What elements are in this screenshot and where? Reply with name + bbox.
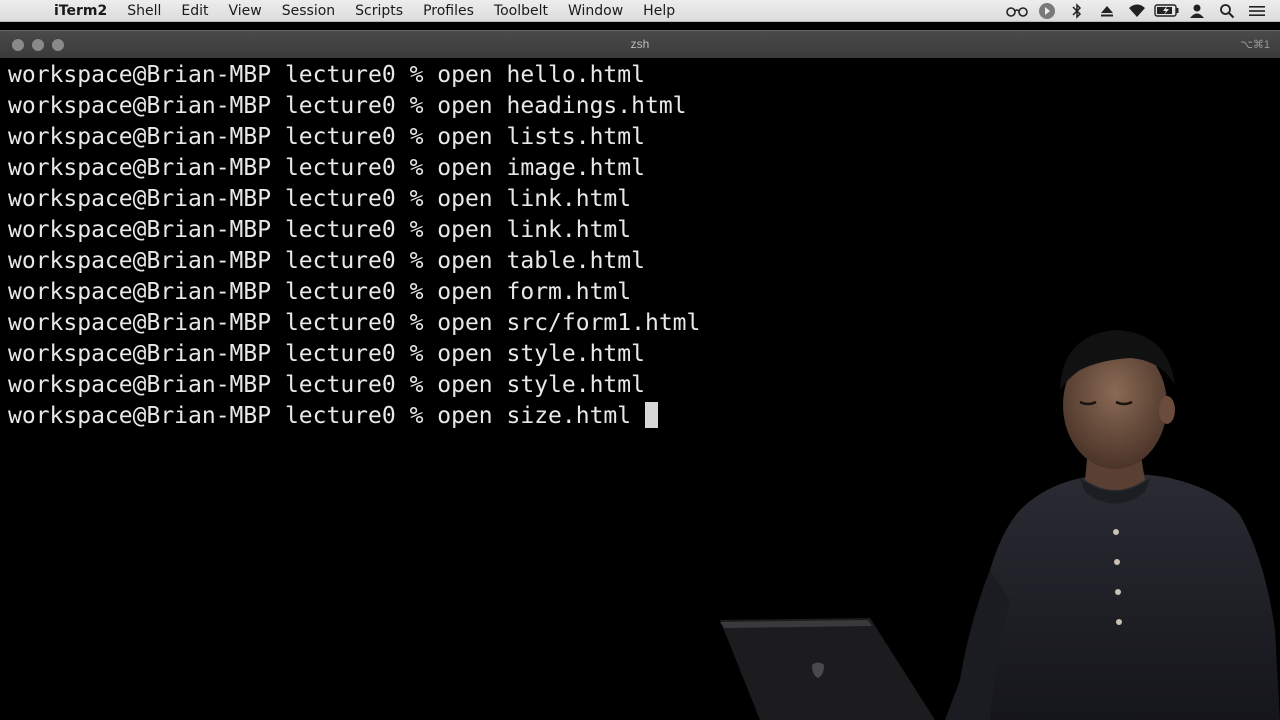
terminal-cursor xyxy=(645,402,659,428)
terminal-command: open style.html xyxy=(437,341,645,367)
status-area xyxy=(1002,0,1280,22)
menu-session[interactable]: Session xyxy=(272,0,345,22)
terminal-prompt: workspace@Brian-MBP lecture0 % xyxy=(8,341,438,367)
menu-edit[interactable]: Edit xyxy=(171,0,218,22)
terminal-prompt: workspace@Brian-MBP lecture0 % xyxy=(8,248,438,274)
terminal-command: open src/form1.html xyxy=(437,310,701,336)
terminal-prompt: workspace@Brian-MBP lecture0 % xyxy=(8,62,438,88)
terminal-command: open style.html xyxy=(437,372,645,398)
terminal-line: workspace@Brian-MBP lecture0 % open tabl… xyxy=(8,246,700,277)
terminal-output[interactable]: workspace@Brian-MBP lecture0 % open hell… xyxy=(0,58,1280,720)
presenter-video xyxy=(720,300,1280,720)
terminal-line: workspace@Brian-MBP lecture0 % open list… xyxy=(8,122,700,153)
menu-window[interactable]: Window xyxy=(558,0,633,22)
menu-toolbelt[interactable]: Toolbelt xyxy=(484,0,558,22)
record-icon[interactable] xyxy=(1032,0,1062,22)
menu-profiles[interactable]: Profiles xyxy=(413,0,484,22)
terminal-window: zsh ⌥⌘1 workspace@Brian-MBP lecture0 % o… xyxy=(0,30,1280,720)
terminal-command: open link.html xyxy=(437,186,632,212)
terminal-line: workspace@Brian-MBP lecture0 % open src/… xyxy=(8,308,700,339)
terminal-command: open size.html xyxy=(437,403,632,429)
window-titlebar[interactable]: zsh ⌥⌘1 xyxy=(0,30,1280,58)
user-icon[interactable] xyxy=(1182,0,1212,22)
terminal-command: open image.html xyxy=(437,155,645,181)
terminal-line: workspace@Brian-MBP lecture0 % open form… xyxy=(8,277,700,308)
terminal-prompt: workspace@Brian-MBP lecture0 % xyxy=(8,155,438,181)
menu-shell[interactable]: Shell xyxy=(117,0,171,22)
wifi-icon[interactable] xyxy=(1122,0,1152,22)
window-shortcut: ⌥⌘1 xyxy=(1240,39,1270,51)
terminal-prompt: workspace@Brian-MBP lecture0 % xyxy=(8,217,438,243)
terminal-line: workspace@Brian-MBP lecture0 % open link… xyxy=(8,215,700,246)
list-icon[interactable] xyxy=(1242,0,1272,22)
terminal-prompt: workspace@Brian-MBP lecture0 % xyxy=(8,93,438,119)
eject-icon[interactable] xyxy=(1092,0,1122,22)
terminal-line: workspace@Brian-MBP lecture0 % open size… xyxy=(8,401,700,432)
terminal-command: open table.html xyxy=(437,248,645,274)
terminal-command: open hello.html xyxy=(437,62,645,88)
terminal-prompt: workspace@Brian-MBP lecture0 % xyxy=(8,403,438,429)
window-title: zsh xyxy=(630,37,650,51)
menu-scripts[interactable]: Scripts xyxy=(345,0,413,22)
glasses-icon[interactable] xyxy=(1002,0,1032,22)
terminal-line: workspace@Brian-MBP lecture0 % open head… xyxy=(8,91,700,122)
menu-app-name[interactable]: iTerm2 xyxy=(44,0,117,22)
search-icon[interactable] xyxy=(1212,0,1242,22)
terminal-prompt: workspace@Brian-MBP lecture0 % xyxy=(8,372,438,398)
bluetooth-icon[interactable] xyxy=(1062,0,1092,22)
menu-bar: iTerm2 Shell Edit View Session Scripts P… xyxy=(0,0,1280,22)
terminal-prompt: workspace@Brian-MBP lecture0 % xyxy=(8,124,438,150)
terminal-command: open lists.html xyxy=(437,124,645,150)
terminal-line: workspace@Brian-MBP lecture0 % open hell… xyxy=(8,60,700,91)
terminal-prompt: workspace@Brian-MBP lecture0 % xyxy=(8,310,438,336)
battery-icon[interactable] xyxy=(1152,0,1182,22)
menu-view[interactable]: View xyxy=(219,0,272,22)
terminal-command: open headings.html xyxy=(437,93,687,119)
terminal-line: workspace@Brian-MBP lecture0 % open link… xyxy=(8,184,700,215)
menu-help[interactable]: Help xyxy=(633,0,685,22)
terminal-command: open link.html xyxy=(437,217,632,243)
terminal-line: workspace@Brian-MBP lecture0 % open styl… xyxy=(8,339,700,370)
terminal-line: workspace@Brian-MBP lecture0 % open styl… xyxy=(8,370,700,401)
terminal-prompt: workspace@Brian-MBP lecture0 % xyxy=(8,186,438,212)
terminal-command: open form.html xyxy=(437,279,632,305)
terminal-line: workspace@Brian-MBP lecture0 % open imag… xyxy=(8,153,700,184)
terminal-prompt: workspace@Brian-MBP lecture0 % xyxy=(8,279,438,305)
terminal-lines: workspace@Brian-MBP lecture0 % open hell… xyxy=(8,60,700,432)
